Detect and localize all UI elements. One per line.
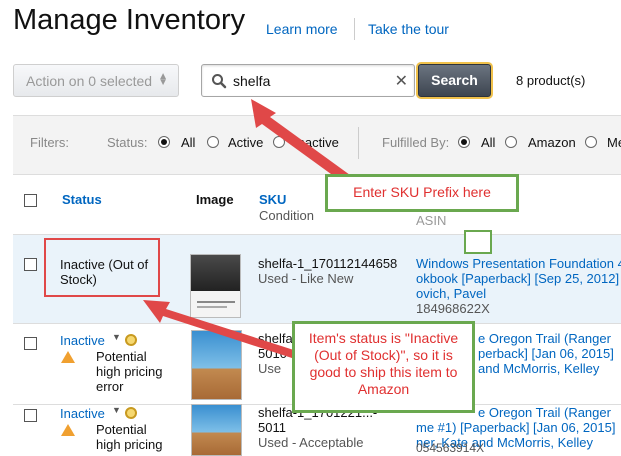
arrow-to-status xyxy=(143,300,300,360)
sku-prefix-callout: Enter SKU Prefix here xyxy=(325,174,519,212)
arrow-to-search xyxy=(251,99,350,182)
status-callout: Item's status is "Inactive (Out of Stock… xyxy=(292,321,475,413)
